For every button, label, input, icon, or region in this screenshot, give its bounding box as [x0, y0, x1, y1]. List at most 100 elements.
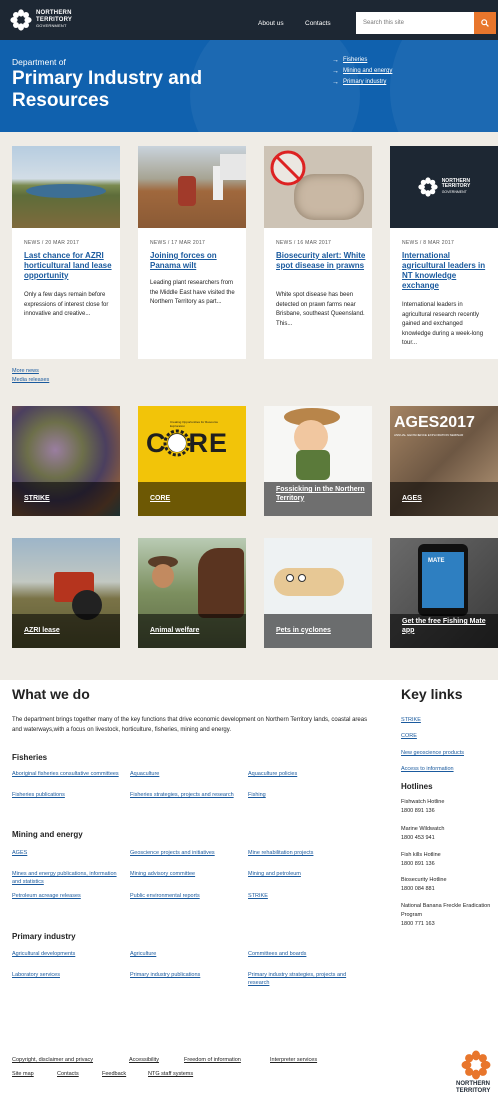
news-card[interactable]: NEWS / 20 MAR 2017 Last chance for AZRI … — [12, 146, 120, 359]
link-mine-rehabilitation[interactable]: Mine rehabilitation projects — [248, 850, 358, 858]
key-links-heading: Key links — [401, 686, 463, 702]
link-aboriginal-fisheries[interactable]: Aboriginal fisheries consultative commit… — [12, 771, 122, 779]
tile-label: Animal welfare — [150, 626, 200, 634]
tile-pets-in-cyclones[interactable]: Pets in cyclones — [264, 538, 372, 648]
hero-quick-links: → Fisheries → Mining and energy → Primary i… — [332, 55, 392, 88]
hero-link-primary-industry[interactable]: Primary industry — [343, 77, 386, 88]
news-headline-link[interactable]: International agricultural leaders in NT… — [402, 251, 492, 291]
news-date: NEWS / 16 MAR 2017 — [276, 240, 332, 246]
flower-logo-icon — [418, 177, 438, 197]
more-news-link[interactable]: More news — [12, 368, 39, 374]
what-we-do-intro: The department brings together many of t… — [12, 717, 368, 733]
news-summary: International leaders in agricultural re… — [402, 302, 484, 346]
tile-fossicking[interactable]: Fossicking in the Northern Territory — [264, 406, 372, 516]
cartoon-dog — [274, 568, 344, 596]
link-fisheries-publications[interactable]: Fisheries publications — [12, 792, 122, 800]
core-sun-icon — [163, 429, 191, 457]
hero-link-fisheries[interactable]: Fisheries — [343, 55, 367, 66]
key-link-strike[interactable]: STRIKE — [401, 717, 421, 723]
tile-animal-welfare[interactable]: Animal welfare — [138, 538, 246, 648]
search-button[interactable] — [474, 12, 496, 34]
news-date: NEWS / 8 MAR 2017 — [402, 240, 455, 246]
page-title: Primary Industry and Resources — [12, 68, 203, 111]
tile-core[interactable]: CORE Creating Opportunities for Resource… — [138, 406, 246, 516]
news-headline-link[interactable]: Last chance for AZRI horticultural land … — [24, 251, 114, 281]
link-geoscience-projects[interactable]: Geoscience projects and initiatives — [130, 850, 240, 858]
key-link-geoscience-products[interactable]: New geoscience products — [401, 750, 464, 756]
arrow-right-icon: → — [332, 79, 339, 86]
flower-logo-icon — [10, 9, 32, 31]
logo-text-line1: NORTHERN — [36, 10, 72, 17]
nt-government-logo[interactable]: NORTHERN TERRITORY GOVERNMENT — [10, 8, 72, 32]
news-headline-link[interactable]: Biosecurity alert: White spot disease in… — [276, 251, 366, 271]
arrow-right-icon: → — [332, 68, 339, 75]
mining-energy-heading: Mining and energy — [12, 830, 83, 839]
footer-nt-logo[interactable]: NORTHERN TERRITORY — [456, 1050, 496, 1100]
hotline-marine-wildwatch: Marine Wildwatch 1800 453 941 — [401, 826, 445, 841]
news-image-nt-logo: NORTHERN TERRITORY GOVERNMENT — [390, 146, 498, 228]
no-prawns-icon — [270, 150, 306, 186]
tile-label: Pets in cyclones — [276, 626, 331, 634]
link-primary-industry-publications[interactable]: Primary industry publications — [130, 972, 240, 980]
link-aquaculture-policies[interactable]: Aquaculture policies — [248, 771, 358, 779]
link-mining-petroleum[interactable]: Mining and petroleum — [248, 871, 358, 879]
department-label: Department of — [12, 57, 66, 67]
link-petroleum-acreage[interactable]: Petroleum acreage releases — [12, 893, 122, 901]
key-link-access-information[interactable]: Access to information — [401, 766, 454, 772]
tile-fishing-mate-app[interactable]: MATE Get the free Fishing Mate app — [390, 538, 498, 648]
news-card[interactable]: NEWS / 16 MAR 2017 Biosecurity alert: Wh… — [264, 146, 372, 359]
link-primary-industry-strategies[interactable]: Primary industry strategies, projects an… — [248, 972, 358, 987]
nav-about-us[interactable]: About us — [258, 20, 284, 27]
nav-contacts[interactable]: Contacts — [305, 20, 331, 27]
footer-link-contacts[interactable]: Contacts — [57, 1071, 79, 1077]
tile-label: CORE — [150, 494, 171, 502]
news-image-dam — [12, 146, 120, 228]
tile-label: STRIKE — [24, 494, 50, 502]
tile-ages[interactable]: AGES2017 ANNUAL GEOSCIENCE EXPLORATION S… — [390, 406, 498, 516]
tile-strike[interactable]: STRIKE — [12, 406, 120, 516]
link-agriculture[interactable]: Agriculture — [130, 951, 240, 959]
key-link-core[interactable]: CORE — [401, 733, 417, 739]
tile-label: AGES — [402, 494, 422, 502]
flower-logo-icon — [461, 1050, 491, 1080]
hotline-banana-freckle: National Banana Freckle Eradication Prog… — [401, 903, 491, 927]
link-public-environmental[interactable]: Public environmental reports — [130, 893, 240, 901]
logo-text-line3: GOVERNMENT — [36, 23, 67, 29]
footer-link-copyright[interactable]: Copyright, disclaimer and privacy — [12, 1057, 93, 1063]
news-card[interactable]: NEWS / 17 MAR 2017 Joining forces on Pan… — [138, 146, 246, 359]
primary-industry-heading: Primary industry — [12, 932, 76, 941]
link-aquaculture[interactable]: Aquaculture — [130, 771, 240, 779]
hero-banner: Department of Primary Industry and Resou… — [0, 40, 498, 132]
link-mines-energy-publications[interactable]: Mines and energy publications, informati… — [12, 871, 122, 886]
footer-link-site-map[interactable]: Site map — [12, 1071, 34, 1077]
arrow-right-icon: → — [332, 57, 339, 64]
footer-link-ntg-staff[interactable]: NTG staff systems — [148, 1071, 193, 1077]
link-fishing[interactable]: Fishing — [248, 792, 358, 800]
link-mining-advisory[interactable]: Mining advisory committee — [130, 871, 240, 879]
hotlines-heading: Hotlines — [401, 782, 433, 791]
news-headline-link[interactable]: Joining forces on Panama wilt — [150, 251, 240, 271]
footer-link-feedback[interactable]: Feedback — [102, 1071, 126, 1077]
news-summary: White spot disease has been detected on … — [276, 292, 365, 327]
footer-link-interpreter[interactable]: Interpreter services — [270, 1057, 317, 1063]
link-strike[interactable]: STRIKE — [248, 893, 358, 901]
news-card[interactable]: NORTHERN TERRITORY GOVERNMENT NEWS / 8 M… — [390, 146, 498, 359]
footer-link-foi[interactable]: Freedom of information — [184, 1057, 241, 1063]
link-laboratory-services[interactable]: Laboratory services — [12, 972, 122, 980]
news-image-prawns — [264, 146, 372, 228]
hotline-fishwatch: Fishwatch Hotline 1800 891 136 — [401, 799, 445, 814]
tile-label: Fossicking in the Northern Territory — [276, 486, 365, 502]
news-image-researchers — [138, 146, 246, 228]
link-agricultural-developments[interactable]: Agricultural developments — [12, 951, 122, 959]
tile-azri-lease[interactable]: AZRI lease — [12, 538, 120, 648]
link-committees-boards[interactable]: Committees and boards — [248, 951, 358, 959]
top-bar: NORTHERN TERRITORY GOVERNMENT About us C… — [0, 0, 498, 40]
link-ages[interactable]: AGES — [12, 850, 122, 858]
search-input[interactable]: Search this site — [356, 12, 474, 34]
hero-link-mining-energy[interactable]: Mining and energy — [343, 66, 392, 77]
what-we-do-heading: What we do — [12, 686, 90, 702]
footer-link-accessibility[interactable]: Accessibility — [129, 1057, 159, 1063]
media-releases-link[interactable]: Media releases — [12, 377, 49, 383]
link-fisheries-strategies[interactable]: Fisheries strategies, projects and resea… — [130, 792, 240, 800]
hotline-biosecurity: Biosecurity Hotline 1800 084 881 — [401, 877, 447, 892]
